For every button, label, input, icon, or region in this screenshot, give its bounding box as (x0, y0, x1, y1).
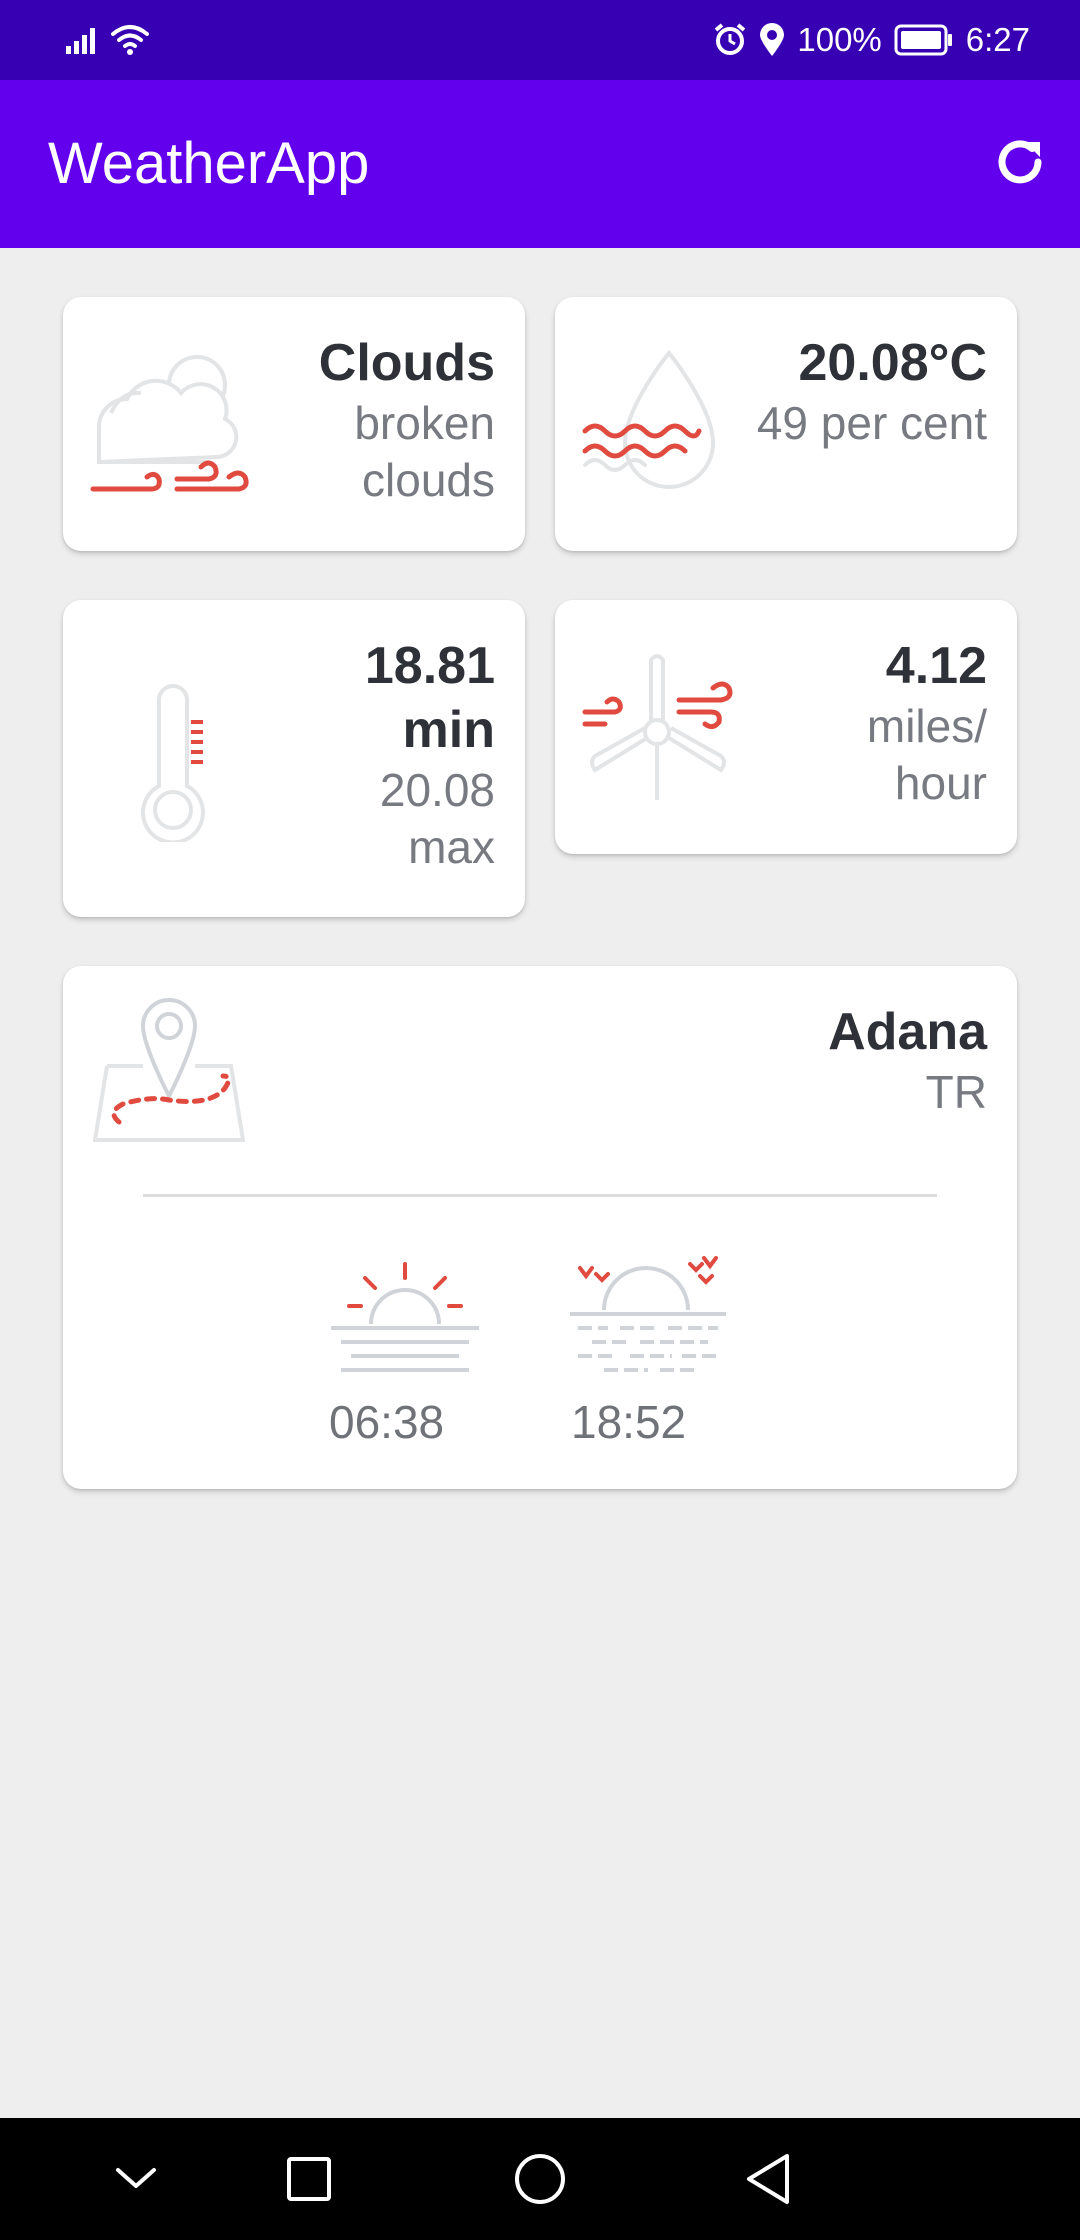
chevron-down-icon (116, 2168, 156, 2188)
humidity-text: 20.08°C 49 per cent (737, 331, 987, 452)
weather-description: broken clouds (354, 397, 495, 506)
status-right: 100% 6:27 (713, 16, 1030, 64)
temperature-range-card: 18.81 min 20.08 max (63, 600, 525, 917)
wind-speed: 4.12 (885, 637, 987, 695)
humidity-card: 20.08°C 49 per cent (555, 297, 1017, 551)
alarm-icon (715, 23, 746, 55)
weather-condition-card: Clouds broken clouds (63, 297, 525, 551)
location-text: Adana TR (587, 1000, 987, 1121)
location-card: Adana TR 06:38 18:52 (63, 966, 1017, 1489)
wind-unit: miles/ hour (866, 700, 987, 809)
divider (143, 1194, 937, 1197)
temperature-max: 20.08 max (379, 764, 495, 873)
humidity-value: 49 per cent (756, 397, 987, 449)
wind-card: 4.12 miles/ hour (555, 600, 1017, 854)
sunrise-time: 06:38 (329, 1396, 445, 1448)
refresh-button[interactable] (988, 130, 1052, 194)
app-title: WeatherApp (48, 131, 370, 196)
weather-condition: Clouds (318, 334, 495, 392)
status-bar: 100% 6:27 (0, 0, 1080, 80)
location-icon (760, 23, 785, 56)
app-bar: WeatherApp (0, 80, 1080, 248)
cloudy-wind-icon (90, 355, 249, 492)
weather-condition-text: Clouds broken clouds (245, 331, 495, 509)
sunset-time: 18:52 (571, 1396, 687, 1448)
sunset-icon (570, 1256, 726, 1372)
clock: 6:27 (965, 21, 1030, 58)
nav-collapse-button[interactable] (106, 2149, 166, 2209)
city-name: Adana (828, 1003, 987, 1061)
battery-icon (894, 24, 952, 56)
refresh-icon (998, 140, 1042, 184)
country-code: TR (925, 1066, 987, 1118)
thermometer-icon (141, 684, 205, 842)
status-left (66, 20, 150, 60)
nav-back-button[interactable] (738, 2149, 798, 2209)
wind-text: 4.12 miles/ hour (787, 634, 987, 812)
square-icon (287, 2157, 331, 2201)
wind-turbine-icon (582, 654, 733, 800)
nav-recents-button[interactable] (279, 2149, 339, 2209)
circle-icon (515, 2154, 565, 2204)
wifi-icon (111, 25, 149, 55)
humidity-drop-icon (582, 349, 716, 489)
sunrise-icon (331, 1262, 479, 1372)
triangle-back-icon (747, 2154, 789, 2204)
temperature-range-text: 18.81 min 20.08 max (295, 634, 495, 876)
map-pin-icon (93, 997, 246, 1142)
nav-home-button[interactable] (510, 2149, 570, 2209)
signal-icon (66, 28, 95, 54)
temperature-min: 18.81 min (364, 637, 495, 759)
current-temperature: 20.08°C (798, 334, 987, 392)
battery-percent: 100% (797, 21, 882, 58)
navigation-bar (0, 2118, 1080, 2240)
